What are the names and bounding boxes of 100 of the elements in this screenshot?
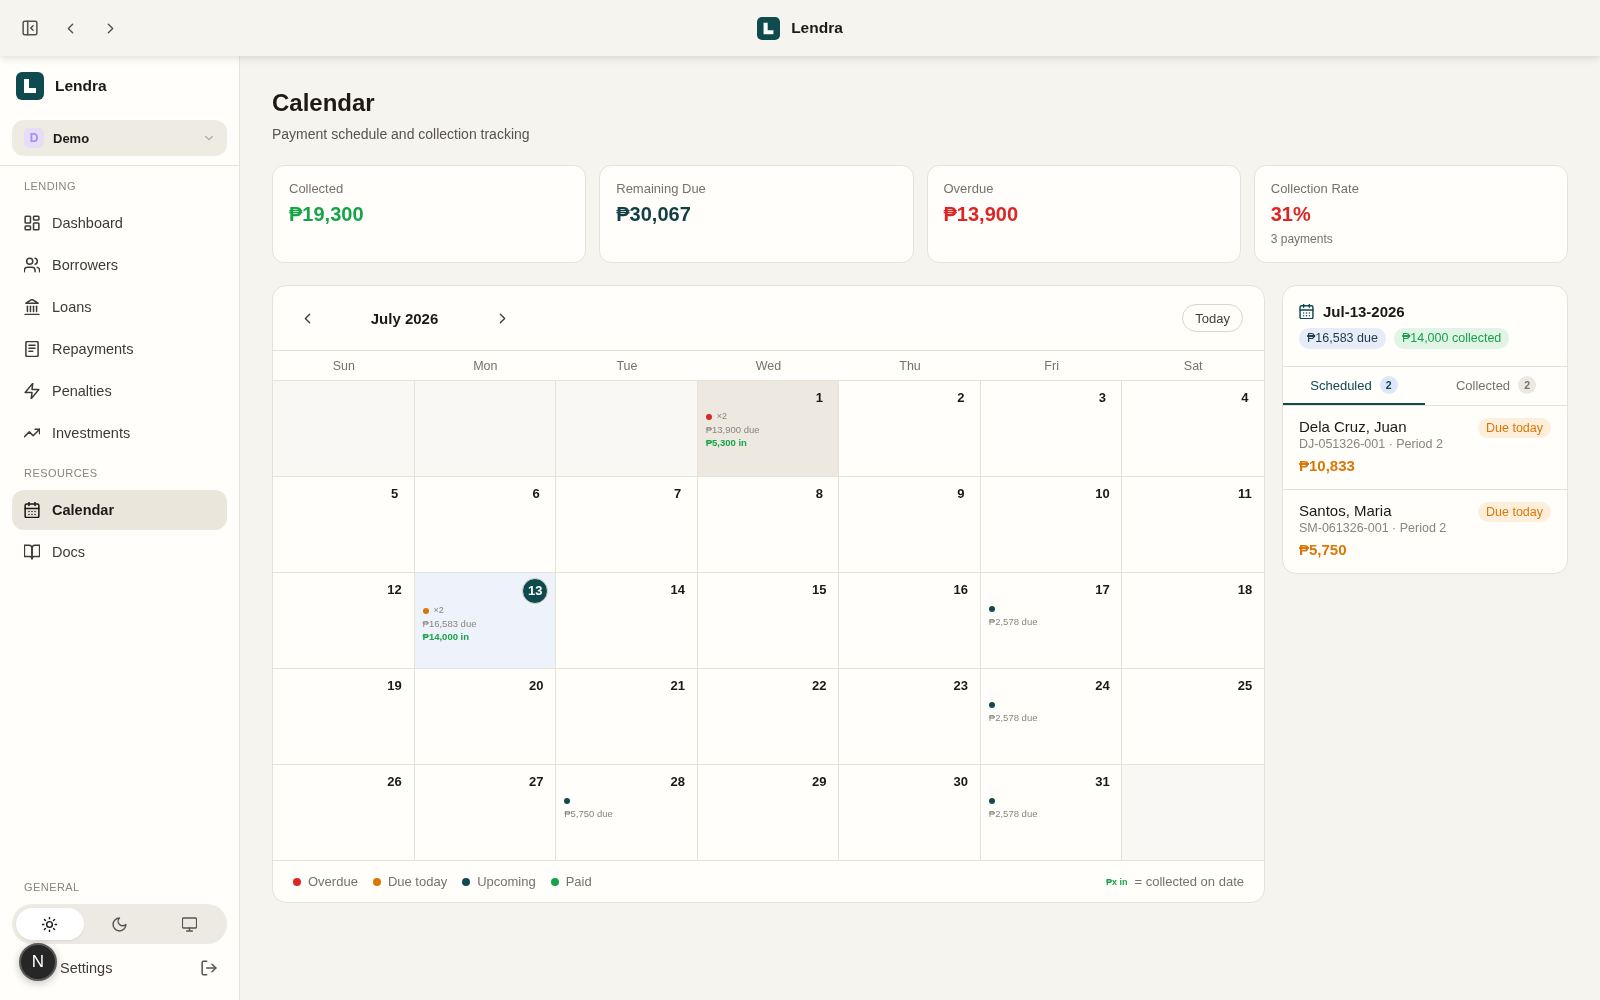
day-number: 24: [1094, 677, 1111, 695]
nav-item[interactable]: Repayments: [12, 329, 227, 369]
weekday-label: Tue: [615, 358, 639, 373]
stat-note: 3 payments: [1270, 231, 1334, 247]
borrower-name: Dela Cruz, Juan: [1299, 417, 1407, 436]
day-number: 25: [1236, 677, 1254, 695]
day-number: 16: [952, 581, 970, 599]
payment-count: ×2: [716, 410, 727, 423]
day-number: 19: [386, 677, 403, 695]
day-cell[interactable]: 3: [980, 381, 1123, 477]
legend-sample: ₱x in: [1106, 876, 1128, 887]
theme-option[interactable]: [16, 908, 84, 940]
day-cell[interactable]: 22: [697, 669, 840, 765]
day-cell[interactable]: 6: [414, 477, 557, 573]
page-subtitle: Payment schedule and collection tracking: [272, 125, 531, 144]
day-number: 10: [1094, 485, 1111, 503]
day-number: 4: [1240, 389, 1250, 407]
day-cell[interactable]: 28 ₱5,750 due: [556, 765, 698, 861]
day-cell[interactable]: 13 ×2 ₱16,583 due ₱14,000 in: [414, 573, 557, 669]
day-cell[interactable]: 17 ₱2,578 due: [980, 573, 1123, 669]
day-number: 14: [669, 581, 686, 599]
amount-due: ₱16,583 due: [422, 617, 477, 630]
day-cell[interactable]: 26: [273, 765, 415, 861]
day-number: 21: [669, 677, 686, 695]
section-label: RESOURCES: [23, 466, 99, 481]
day-cell[interactable]: 2: [839, 381, 981, 477]
nav-item[interactable]: Investments: [12, 413, 227, 453]
day-cell[interactable]: 31 ₱2,578 due: [980, 765, 1123, 861]
monitor-icon: [181, 916, 197, 932]
amount-due: ₱13,900 due: [705, 423, 760, 436]
day-cell[interactable]: 16: [839, 573, 981, 669]
count-badge: 2: [1518, 376, 1537, 394]
borrower-name: Santos, Maria: [1299, 501, 1392, 520]
nav-item[interactable]: Borrowers: [12, 245, 227, 285]
day-number: 9: [956, 485, 966, 503]
day-cell[interactable]: 1 ×2 ₱13,900 due ₱5,300 in: [697, 381, 840, 477]
section-label: LENDING: [23, 179, 77, 194]
day-cell[interactable]: 21: [556, 669, 698, 765]
stat-label: Collected: [289, 181, 345, 197]
day-cell[interactable]: 27: [414, 765, 557, 861]
document-icon: [24, 341, 40, 357]
moon-icon: [112, 916, 127, 932]
day-cell[interactable]: 8: [697, 477, 840, 573]
tab[interactable]: Collected 2: [1425, 367, 1567, 405]
day-cell[interactable]: 23: [839, 669, 981, 765]
loan-reference: DJ-051326-001 · Period 2: [1299, 436, 1443, 453]
amount-collected: ₱5,300 in: [705, 436, 747, 449]
nav-item[interactable]: Dashboard: [12, 203, 227, 243]
bank-icon: [24, 299, 40, 315]
theme-toggle[interactable]: [12, 904, 227, 944]
day-number: 13: [522, 578, 549, 604]
day-cell[interactable]: 19: [273, 669, 415, 765]
day-number: 20: [527, 677, 545, 695]
day-cell[interactable]: 29: [697, 765, 840, 861]
count-badge: 2: [1379, 376, 1398, 394]
day-number: 15: [811, 581, 828, 599]
day-cell[interactable]: 30: [839, 765, 981, 861]
day-cell[interactable]: 5: [273, 477, 415, 573]
day-number: 17: [1094, 581, 1111, 599]
nav-item[interactable]: Calendar: [12, 490, 227, 530]
collected-amount-chip: ₱14,000 collected: [1393, 328, 1510, 349]
day-number: 11: [1237, 485, 1253, 503]
logout-icon: [201, 960, 217, 976]
lightning-icon: [24, 383, 40, 399]
nav-item[interactable]: Penalties: [12, 371, 227, 411]
month-title: July 2026: [369, 309, 440, 327]
day-cell[interactable]: 15: [697, 573, 840, 669]
legend-label: Paid: [565, 874, 592, 889]
day-number: 22: [811, 677, 828, 695]
nav-item[interactable]: Loans: [12, 287, 227, 327]
weekday-label: Sat: [1182, 358, 1204, 373]
payment-amount: ₱5,750: [1299, 540, 1347, 560]
status-badge: Due today: [1478, 502, 1551, 522]
day-cell[interactable]: 14: [556, 573, 698, 669]
nav-item[interactable]: Docs: [12, 532, 227, 572]
day-number: 8: [814, 485, 824, 503]
logo-icon: [757, 16, 781, 40]
stat-label: Collection Rate: [1270, 181, 1360, 197]
day-cell[interactable]: 20: [414, 669, 557, 765]
stat-value: ₱30,067: [616, 202, 692, 227]
legend-label: Upcoming: [477, 874, 536, 889]
payment-count: ×2: [433, 604, 444, 617]
amount-due: ₱2,578 due: [988, 711, 1038, 724]
selected-date: Jul-13-2026: [1323, 302, 1405, 320]
due-amount-chip: ₱16,583 due: [1299, 328, 1386, 349]
sidebar-panel-icon: [22, 20, 38, 36]
logout-button[interactable]: [201, 960, 217, 976]
day-cell[interactable]: 10: [980, 477, 1123, 573]
workspace-switcher[interactable]: D Demo: [12, 120, 227, 156]
settings-link[interactable]: Settings: [60, 960, 113, 976]
day-number: 18: [1236, 581, 1254, 599]
day-cell[interactable]: 12: [273, 573, 415, 669]
stat-label: Overdue: [943, 181, 995, 197]
tab[interactable]: Scheduled 2: [1283, 367, 1425, 405]
today-button[interactable]: Today: [1182, 304, 1243, 332]
day-cell[interactable]: 9: [839, 477, 981, 573]
day-number: 26: [386, 773, 403, 791]
day-cell[interactable]: 24 ₱2,578 due: [980, 669, 1123, 765]
dashboard-grid-icon: [24, 215, 40, 231]
day-cell[interactable]: 7: [556, 477, 698, 573]
